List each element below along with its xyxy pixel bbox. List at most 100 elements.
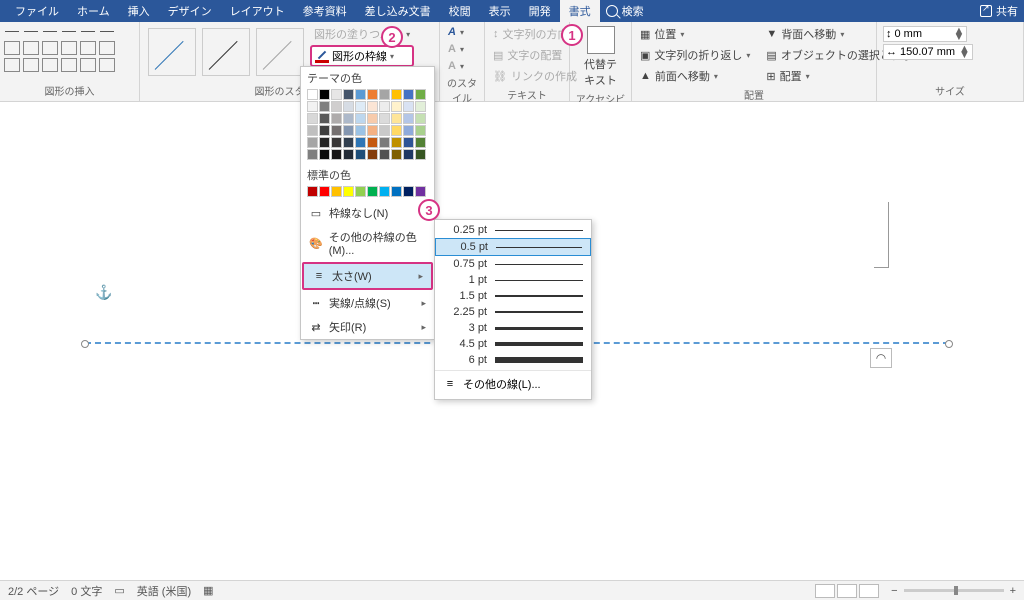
- tab-表示[interactable]: 表示: [480, 0, 520, 23]
- color-swatch[interactable]: [355, 149, 366, 160]
- color-swatch[interactable]: [331, 101, 342, 112]
- weight-option[interactable]: 3 pt: [435, 320, 591, 336]
- color-swatch[interactable]: [415, 137, 426, 148]
- shape-cell[interactable]: [99, 41, 115, 55]
- height-input[interactable]: ↕▲▼: [883, 26, 967, 42]
- color-swatch[interactable]: [403, 89, 414, 100]
- color-swatch[interactable]: [391, 137, 402, 148]
- color-swatch[interactable]: [367, 113, 378, 124]
- color-swatch[interactable]: [355, 101, 366, 112]
- shape-cell[interactable]: [80, 24, 96, 38]
- shape-cell[interactable]: [61, 41, 77, 55]
- color-swatch[interactable]: [391, 125, 402, 136]
- color-swatch[interactable]: [379, 149, 390, 160]
- color-swatch[interactable]: [379, 89, 390, 100]
- tab-参考資料[interactable]: 参考資料: [294, 0, 356, 23]
- layout-options-button[interactable]: [870, 348, 892, 368]
- color-swatch[interactable]: [307, 125, 318, 136]
- zoom-control[interactable]: − +: [891, 585, 1016, 597]
- tab-レイアウト[interactable]: レイアウト: [221, 0, 294, 23]
- weight-option[interactable]: 1 pt: [435, 272, 591, 288]
- more-colors-item[interactable]: 🎨その他の枠線の色(M)...: [301, 225, 434, 261]
- color-swatch[interactable]: [367, 101, 378, 112]
- shape-cell[interactable]: [99, 58, 115, 72]
- color-swatch[interactable]: [379, 186, 390, 197]
- color-swatch[interactable]: [415, 125, 426, 136]
- color-swatch[interactable]: [379, 125, 390, 136]
- tab-開発[interactable]: 開発: [520, 0, 560, 23]
- color-swatch[interactable]: [403, 113, 414, 124]
- shape-cell[interactable]: [80, 41, 96, 55]
- shape-cell[interactable]: [23, 58, 39, 72]
- tell-me-search[interactable]: 検索: [606, 3, 644, 19]
- resize-handle-right[interactable]: [945, 340, 953, 348]
- color-swatch[interactable]: [319, 113, 330, 124]
- view-mode-buttons[interactable]: [815, 584, 879, 598]
- zoom-slider[interactable]: [904, 589, 1004, 592]
- color-swatch[interactable]: [319, 89, 330, 100]
- color-swatch[interactable]: [343, 89, 354, 100]
- color-swatch[interactable]: [355, 113, 366, 124]
- color-swatch[interactable]: [379, 101, 390, 112]
- create-link-button[interactable]: ⛓リンクの作成: [489, 66, 581, 86]
- color-swatch[interactable]: [343, 186, 354, 197]
- shape-outline-button[interactable]: 図形の枠線 ▾: [310, 45, 414, 67]
- style-preset[interactable]: [202, 28, 250, 76]
- shapes-gallery[interactable]: [4, 24, 117, 74]
- page-indicator[interactable]: 2/2 ページ: [8, 583, 59, 599]
- color-swatch[interactable]: [307, 186, 318, 197]
- text-effects-button[interactable]: A▾: [444, 58, 468, 74]
- weight-option[interactable]: 0.25 pt: [435, 222, 591, 238]
- shape-cell[interactable]: [42, 24, 58, 38]
- color-swatch[interactable]: [307, 101, 318, 112]
- zoom-out-button[interactable]: −: [891, 585, 897, 597]
- tab-ファイル[interactable]: ファイル: [6, 0, 68, 23]
- color-swatch[interactable]: [379, 113, 390, 124]
- theme-color-grid[interactable]: [301, 89, 434, 164]
- zoom-in-button[interactable]: +: [1010, 585, 1016, 597]
- color-swatch[interactable]: [343, 137, 354, 148]
- color-swatch[interactable]: [343, 101, 354, 112]
- color-swatch[interactable]: [319, 101, 330, 112]
- print-layout-button[interactable]: [837, 584, 857, 598]
- color-swatch[interactable]: [307, 113, 318, 124]
- shape-cell[interactable]: [4, 41, 20, 55]
- color-swatch[interactable]: [403, 101, 414, 112]
- color-swatch[interactable]: [307, 137, 318, 148]
- color-swatch[interactable]: [319, 137, 330, 148]
- color-swatch[interactable]: [367, 125, 378, 136]
- color-swatch[interactable]: [391, 149, 402, 160]
- shape-cell[interactable]: [61, 58, 77, 72]
- color-swatch[interactable]: [367, 149, 378, 160]
- text-fill-button[interactable]: A▾: [444, 24, 468, 40]
- color-swatch[interactable]: [319, 149, 330, 160]
- color-swatch[interactable]: [403, 125, 414, 136]
- tab-校閲[interactable]: 校閲: [440, 0, 480, 23]
- color-swatch[interactable]: [343, 149, 354, 160]
- more-lines-item[interactable]: ≡その他の線(L)...: [435, 370, 591, 397]
- color-swatch[interactable]: [355, 186, 366, 197]
- text-direction-button[interactable]: ↕文字列の方向: [489, 24, 573, 44]
- weight-option[interactable]: 1.5 pt: [435, 288, 591, 304]
- weight-option[interactable]: 0.75 pt: [435, 256, 591, 272]
- color-swatch[interactable]: [391, 101, 402, 112]
- style-gallery[interactable]: [144, 24, 308, 80]
- weight-option[interactable]: 0.5 pt: [435, 238, 591, 256]
- color-swatch[interactable]: [379, 137, 390, 148]
- shape-cell[interactable]: [80, 58, 96, 72]
- read-mode-button[interactable]: [815, 584, 835, 598]
- shape-cell[interactable]: [61, 24, 77, 38]
- shape-cell[interactable]: [4, 24, 20, 38]
- color-swatch[interactable]: [319, 186, 330, 197]
- color-swatch[interactable]: [367, 89, 378, 100]
- arrows-item[interactable]: ⇄矢印(R)▸: [301, 315, 434, 339]
- color-swatch[interactable]: [331, 89, 342, 100]
- width-input[interactable]: ↔▲▼: [883, 44, 973, 60]
- color-swatch[interactable]: [367, 186, 378, 197]
- shape-cell[interactable]: [42, 58, 58, 72]
- color-swatch[interactable]: [307, 89, 318, 100]
- color-swatch[interactable]: [319, 125, 330, 136]
- color-swatch[interactable]: [307, 149, 318, 160]
- tab-差し込み文書[interactable]: 差し込み文書: [356, 0, 440, 23]
- standard-color-grid[interactable]: [301, 186, 434, 201]
